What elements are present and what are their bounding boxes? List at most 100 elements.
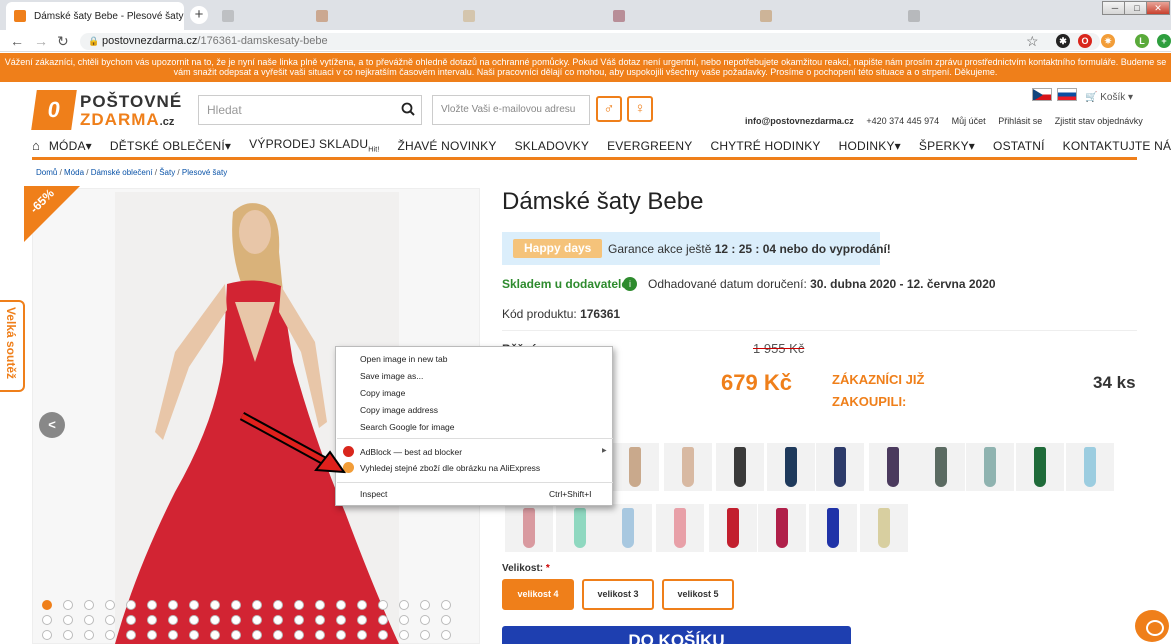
slovak-flag-icon[interactable] xyxy=(1057,88,1077,101)
add-to-cart-button[interactable]: DO KOŠÍKU xyxy=(502,626,851,644)
size-option-5[interactable]: velikost 5 xyxy=(662,579,734,610)
nav-chytre-hodinky[interactable]: CHYTRÉ HODINKY xyxy=(701,139,829,153)
menu-inspect[interactable]: Inspect xyxy=(360,489,387,499)
forward-icon[interactable]: → xyxy=(34,33,48,49)
tab-active[interactable]: Dámské šaty Bebe - Plesové šaty ✕ xyxy=(6,2,184,30)
newsletter-female-button[interactable]: ♀ xyxy=(627,96,653,122)
gallery-dot[interactable] xyxy=(294,600,304,610)
gallery-dot[interactable] xyxy=(441,600,451,610)
nav-zhave-novinky[interactable]: ŽHAVÉ NOVINKY xyxy=(389,139,506,153)
gallery-dot[interactable] xyxy=(126,615,136,625)
my-account-link[interactable]: Můj účet xyxy=(952,116,986,126)
close-window-button[interactable]: ✕ xyxy=(1146,1,1170,15)
newsletter-male-button[interactable]: ♂ xyxy=(596,96,622,122)
tab-inactive[interactable] xyxy=(214,2,304,30)
gallery-dot[interactable] xyxy=(315,600,325,610)
gallery-dot[interactable] xyxy=(273,600,283,610)
contact-phone[interactable]: +420 374 445 974 xyxy=(866,116,939,126)
color-variant-swatch[interactable] xyxy=(556,504,604,552)
color-variant-swatch[interactable] xyxy=(604,504,652,552)
nav-detske-obleceni[interactable]: DĚTSKÉ OBLEČENÍ▾ xyxy=(101,139,240,153)
menu-save-image-as[interactable]: Save image as... xyxy=(360,371,423,381)
gallery-dot[interactable] xyxy=(42,630,52,640)
nav-moda[interactable]: MÓDA▾ xyxy=(40,139,101,153)
new-tab-button[interactable]: + xyxy=(190,6,208,24)
newsletter-email-input[interactable]: Vložte Vaši e-mailovou adresu xyxy=(432,95,590,125)
breadcrumb-item[interactable]: Šaty xyxy=(159,168,175,177)
nav-vyprodej-skladu[interactable]: VÝPRODEJ SKLADUHit! xyxy=(240,137,388,153)
search-icon[interactable] xyxy=(400,101,416,117)
gallery-dot[interactable] xyxy=(84,630,94,640)
tab-inactive[interactable] xyxy=(900,2,1050,30)
gallery-dot[interactable] xyxy=(210,630,220,640)
back-icon[interactable]: ← xyxy=(10,33,24,49)
gallery-dot[interactable] xyxy=(399,600,409,610)
gallery-dot[interactable] xyxy=(63,600,73,610)
color-variant-swatch[interactable] xyxy=(809,504,857,552)
gallery-dot[interactable] xyxy=(441,630,451,640)
gallery-dot[interactable] xyxy=(273,615,283,625)
color-variant-swatch[interactable] xyxy=(860,504,908,552)
color-variant-swatch[interactable] xyxy=(1016,443,1064,491)
bookmark-star-icon[interactable]: ☆ xyxy=(1026,33,1039,49)
gallery-dot[interactable] xyxy=(189,630,199,640)
gallery-dot[interactable] xyxy=(189,615,199,625)
info-icon[interactable]: i xyxy=(623,277,637,291)
gallery-dot[interactable] xyxy=(357,600,367,610)
color-variant-swatch[interactable] xyxy=(869,443,917,491)
gallery-dot[interactable] xyxy=(105,615,115,625)
order-status-link[interactable]: Zjistit stav objednávky xyxy=(1055,116,1143,126)
color-variant-swatch[interactable] xyxy=(611,443,659,491)
breadcrumb-item[interactable]: Domů xyxy=(36,168,57,177)
gallery-dot[interactable] xyxy=(63,615,73,625)
login-link[interactable]: Přihlásit se xyxy=(998,116,1042,126)
gallery-dot[interactable] xyxy=(231,630,241,640)
menu-adblock[interactable]: AdBlock — best ad blocker xyxy=(360,447,462,457)
gallery-dot[interactable] xyxy=(231,615,241,625)
color-variant-swatch[interactable] xyxy=(505,504,553,552)
reload-icon[interactable]: ↻ xyxy=(57,33,69,49)
gallery-dot[interactable] xyxy=(273,630,283,640)
gallery-dot[interactable] xyxy=(168,600,178,610)
gallery-dot[interactable] xyxy=(63,630,73,640)
gallery-dot[interactable] xyxy=(126,600,136,610)
nav-ostatni[interactable]: OSTATNÍ xyxy=(984,139,1054,153)
gallery-dot[interactable] xyxy=(315,615,325,625)
tab-inactive[interactable] xyxy=(605,2,750,30)
breadcrumb-item[interactable]: Móda xyxy=(64,168,84,177)
color-variant-swatch[interactable] xyxy=(664,443,712,491)
gallery-dot[interactable] xyxy=(168,630,178,640)
menu-aliexpress-search[interactable]: Vyhledej stejné zboží dle obrázku na Ali… xyxy=(360,463,540,473)
color-variant-swatch[interactable] xyxy=(816,443,864,491)
gallery-dot[interactable] xyxy=(189,600,199,610)
gallery-dot[interactable] xyxy=(378,615,388,625)
gallery-dot[interactable] xyxy=(399,615,409,625)
gallery-dot[interactable] xyxy=(252,630,262,640)
chat-bubble-icon[interactable] xyxy=(1133,608,1171,644)
color-variant-swatch[interactable] xyxy=(716,443,764,491)
gallery-dot[interactable] xyxy=(252,615,262,625)
gallery-dot[interactable] xyxy=(357,615,367,625)
contact-email[interactable]: info@postovnezdarma.cz xyxy=(745,116,854,126)
menu-copy-image-address[interactable]: Copy image address xyxy=(360,405,438,415)
nav-sperky[interactable]: ŠPERKY▾ xyxy=(910,139,984,153)
extension-gear-icon[interactable]: ✱ xyxy=(1056,34,1070,48)
gallery-dot[interactable] xyxy=(420,630,430,640)
gallery-dot[interactable] xyxy=(84,615,94,625)
gallery-dot[interactable] xyxy=(147,600,157,610)
cart-link[interactable]: 🛒 Košík ▾ xyxy=(1085,92,1133,103)
tab-inactive[interactable] xyxy=(752,2,897,30)
gallery-dot[interactable] xyxy=(294,615,304,625)
color-variant-swatch[interactable] xyxy=(767,443,815,491)
breadcrumb-item[interactable]: Plesové šaty xyxy=(182,168,227,177)
gallery-dot[interactable] xyxy=(420,615,430,625)
breadcrumb-item[interactable]: Dámské oblečení xyxy=(91,168,153,177)
gallery-dot[interactable] xyxy=(336,615,346,625)
color-variant-swatch[interactable] xyxy=(917,443,965,491)
gallery-dot[interactable] xyxy=(336,600,346,610)
gallery-dot[interactable] xyxy=(42,615,52,625)
color-variant-swatch[interactable] xyxy=(709,504,757,552)
gallery-dot[interactable] xyxy=(147,630,157,640)
gallery-dot[interactable] xyxy=(210,615,220,625)
gallery-dot[interactable] xyxy=(399,630,409,640)
